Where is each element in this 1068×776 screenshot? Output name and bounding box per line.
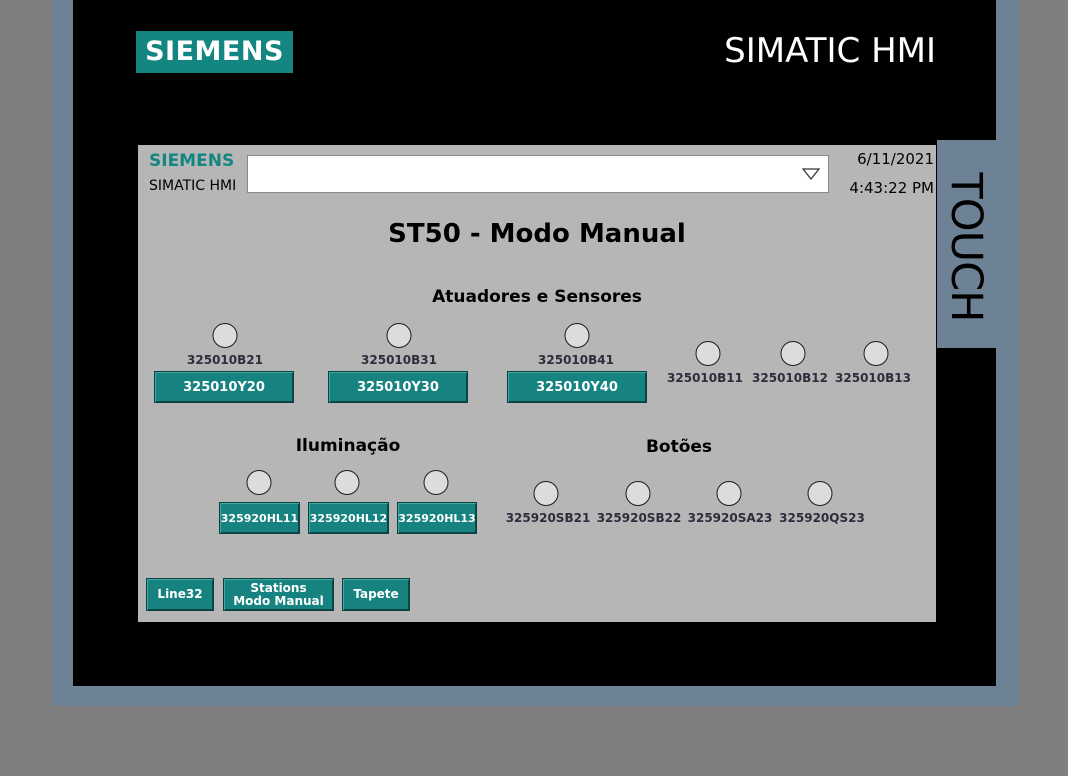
- nav-stations-modo-manual-button[interactable]: Stations Modo Manual: [223, 578, 334, 611]
- bezel-simatic-hmi-label: SIMATIC HMI: [724, 31, 936, 71]
- page-title: ST50 - Modo Manual: [388, 219, 686, 249]
- button-indicator-325920sb22: [625, 481, 651, 506]
- chevron-down-icon: [802, 168, 820, 181]
- light-button-325920hl13[interactable]: 325920HL13: [397, 502, 477, 534]
- header-siemens-logo: SIEMENS: [149, 151, 235, 171]
- light-button-325920hl12[interactable]: 325920HL12: [308, 502, 389, 534]
- nav-tapete-button[interactable]: Tapete: [342, 578, 410, 611]
- sensor-indicator-325010b41: [564, 323, 590, 348]
- bezel-siemens-logo: SIEMENS: [136, 31, 293, 73]
- button-indicator-325920qs23: [807, 481, 833, 506]
- sensor-tag: 325010B11: [667, 371, 743, 385]
- header-simatic-hmi: SIMATIC HMI: [149, 178, 237, 194]
- button-tag: 325920SB22: [596, 511, 682, 525]
- button-tag: 325920SA23: [687, 511, 773, 525]
- button-indicator-325920sb21: [533, 481, 559, 506]
- light-indicator-325920hl11: [246, 470, 272, 495]
- light-indicator-325920hl12: [334, 470, 360, 495]
- sensor-indicator-325010b31: [386, 323, 412, 348]
- sensor-indicator-325010b21: [212, 323, 238, 348]
- sensor-indicator-325010b11: [695, 341, 721, 366]
- hmi-screen: SIEMENS SIMATIC HMI 6/11/2021 4:43:22 PM…: [138, 145, 936, 622]
- sensor-tag: 325010B13: [835, 371, 911, 385]
- screen-select-dropdown[interactable]: [247, 155, 829, 193]
- sensor-tag: 325010B12: [752, 371, 828, 385]
- actuator-button-325010y20[interactable]: 325010Y20: [154, 371, 294, 403]
- section-title-atuadores: Atuadores e Sensores: [432, 287, 642, 307]
- button-tag: 325920QS23: [779, 511, 865, 525]
- touch-label: TOUCH: [941, 172, 991, 322]
- actuator-button-325010y30[interactable]: 325010Y30: [328, 371, 468, 403]
- button-tag: 325920SB21: [505, 511, 591, 525]
- light-indicator-325920hl13: [423, 470, 449, 495]
- section-title-botoes: Botões: [645, 437, 713, 457]
- sensor-tag: 325010B21: [187, 353, 263, 367]
- nav-stations-label-line1: Stations: [250, 580, 307, 595]
- section-title-iluminacao: Iluminação: [295, 436, 401, 456]
- sensor-indicator-325010b13: [863, 341, 889, 366]
- time-display: 4:43:22 PM: [849, 179, 934, 197]
- light-button-325920hl11[interactable]: 325920HL11: [219, 502, 300, 534]
- nav-line32-button[interactable]: Line32: [146, 578, 214, 611]
- date-display: 6/11/2021: [857, 150, 934, 168]
- sensor-tag: 325010B31: [361, 353, 437, 367]
- sensor-indicator-325010b12: [780, 341, 806, 366]
- button-indicator-325920sa23: [716, 481, 742, 506]
- sensor-tag: 325010B41: [538, 353, 614, 367]
- nav-stations-label-line2: Modo Manual: [233, 593, 324, 608]
- actuator-button-325010y40[interactable]: 325010Y40: [507, 371, 647, 403]
